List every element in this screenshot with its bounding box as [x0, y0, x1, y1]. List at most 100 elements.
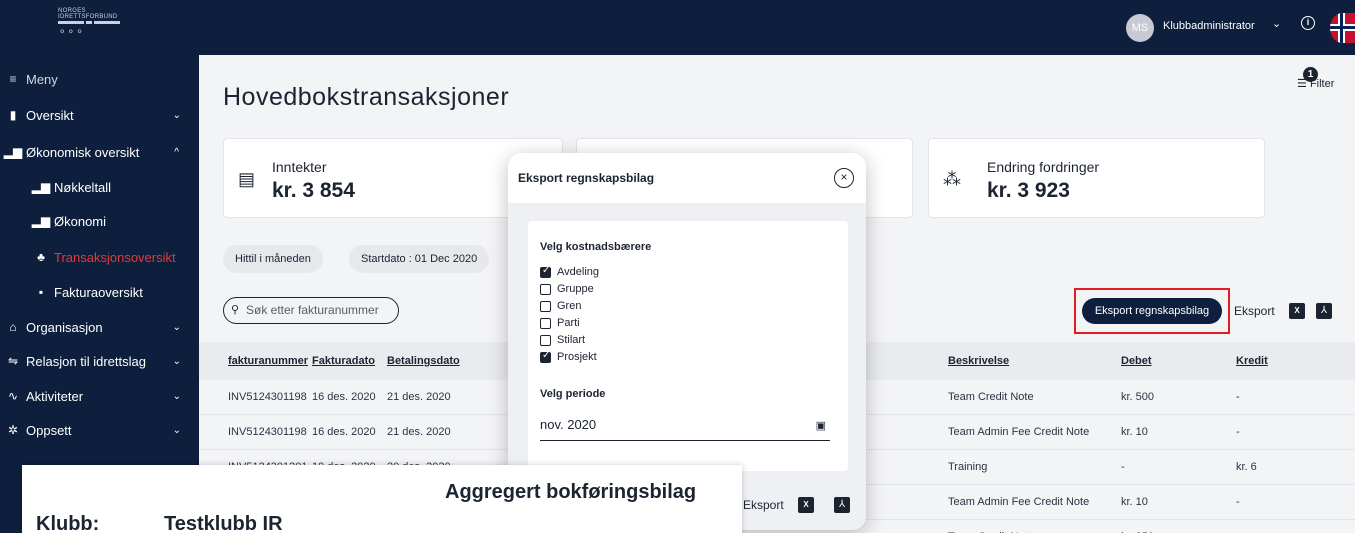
chip-start-date[interactable]: Startdato : 01 Dec 2020	[349, 245, 490, 273]
cell: 16 des. 2020	[312, 391, 376, 403]
sidebar-item-relasjon[interactable]: ⇋ Relasjon til idrettslag ⌄	[0, 345, 199, 377]
nif-logo[interactable]: NORGES IDRETTSFORBUND ⚬⚬⚬	[58, 8, 122, 39]
checkbox[interactable]	[540, 334, 551, 346]
cell: INV5124301198	[228, 391, 307, 403]
cell: -	[1236, 496, 1240, 508]
pdf-club-label: Klubb:	[36, 513, 100, 533]
chevron-down-icon: ⌄	[172, 109, 181, 121]
chevron-down-icon: ⌄	[172, 355, 181, 367]
relation-icon: ⇋	[7, 354, 19, 368]
chevron-down-icon: ⌄	[172, 424, 181, 436]
bar-chart-icon: ▂▆	[3, 145, 23, 159]
user-role[interactable]: Klubbadministrator	[1163, 20, 1255, 32]
checkbox-gren[interactable]: Gren	[540, 298, 581, 314]
cell: INV5124301198	[228, 426, 307, 438]
pdf-icon[interactable]: ⅄	[834, 497, 850, 513]
cell: 16 des. 2020	[312, 426, 376, 438]
sidebar-item-label: Nøkkeltall	[54, 179, 112, 195]
col-header[interactable]: Beskrivelse	[948, 342, 1009, 380]
cell: kr. 6	[1236, 461, 1257, 473]
cell: Team Credit Note	[948, 520, 1034, 533]
hamburger-icon: ≡	[9, 72, 17, 86]
checkbox-label: Parti	[557, 317, 580, 329]
close-icon[interactable]: ×	[834, 168, 854, 188]
sidebar-item-aktiviteter[interactable]: ∿ Aktiviteter ⌄	[0, 380, 199, 412]
checkbox-gruppe[interactable]: Gruppe	[540, 281, 594, 297]
col-header[interactable]: Debet	[1121, 342, 1152, 380]
sidebar-item-okonomi[interactable]: ▂▆ Økonomi	[0, 205, 199, 237]
page-title: Hovedbokstransaksjoner	[223, 83, 510, 111]
sidebar-item-transaksjonsoversikt[interactable]: ♣ Transaksjonsoversikt	[0, 241, 199, 273]
cell: Training	[948, 461, 988, 473]
menu-toggle[interactable]: ≡ Meny	[0, 63, 199, 95]
sidebar-item-label: Oversikt	[26, 107, 74, 123]
sidebar-item-label: Fakturaoversikt	[54, 284, 143, 300]
modal-header: Eksport regnskapsbilag ×	[508, 153, 866, 203]
sidebar-item-label: Transaksjonsoversikt	[54, 249, 176, 265]
excel-icon[interactable]: X	[798, 497, 814, 513]
checkbox-label: Avdeling	[557, 266, 599, 278]
pdf-icon[interactable]: ⅄	[1316, 303, 1332, 319]
checkbox[interactable]	[540, 317, 551, 329]
cell: -	[1236, 426, 1240, 438]
checkbox-avdeling[interactable]: Avdeling	[540, 264, 599, 280]
chip-month-to-date[interactable]: Hittil i måneden	[223, 245, 323, 273]
export-regnskapsbilag-button[interactable]: Eksport regnskapsbilag	[1082, 298, 1222, 324]
cell: kr. 500	[1121, 391, 1155, 403]
checkbox-label: Prosjekt	[557, 351, 597, 363]
checkbox[interactable]	[540, 283, 551, 295]
avatar[interactable]: MS	[1126, 14, 1154, 42]
door-icon: ▮	[9, 108, 17, 122]
cell: kr. 250	[1121, 520, 1154, 533]
checkbox-checked[interactable]	[540, 350, 551, 363]
filter-button[interactable]: ☰ Filter	[1297, 77, 1334, 90]
search-input[interactable]: ⚲ Søk etter fakturanummer	[223, 297, 399, 324]
cell: -	[1121, 461, 1125, 473]
wallet-icon: ▤	[238, 169, 256, 189]
checkbox-label: Stilart	[557, 334, 586, 346]
info-icon[interactable]: i	[1301, 16, 1315, 30]
cell: Team Admin Fee Credit Note	[948, 426, 1090, 438]
export-link[interactable]: Eksport	[1234, 304, 1275, 318]
col-header[interactable]: Betalingsdato	[387, 342, 460, 380]
sidebar-item-label: Aktiviteter	[26, 388, 84, 404]
sidebar-item-organisasjon[interactable]: ⌂ Organisasjon ⌄	[0, 311, 199, 343]
checkbox-stilart[interactable]: Stilart	[540, 332, 585, 348]
sidebar-item-okonomisk-oversikt[interactable]: ▂▆ Økonomisk oversikt ^	[0, 136, 199, 168]
sidebar-item-oversikt[interactable]: ▮ Oversikt ⌄	[0, 99, 199, 131]
search-icon: ⚲	[231, 304, 240, 316]
excel-icon[interactable]: X	[1289, 303, 1305, 319]
col-header[interactable]: Fakturadato	[312, 342, 375, 380]
checkbox-checked[interactable]	[540, 265, 551, 278]
sidebar-item-fakturaoversikt[interactable]: ▪ Fakturaoversikt	[0, 276, 199, 308]
gear-icon: ✲	[7, 423, 19, 437]
col-header[interactable]: Kredit	[1236, 342, 1268, 380]
menu-label: Meny	[26, 71, 58, 87]
checkbox-label: Gruppe	[557, 283, 594, 295]
bar-chart-icon: ▂▆	[31, 214, 51, 228]
checkbox-parti[interactable]: Parti	[540, 315, 580, 331]
col-header[interactable]: fakturanummer	[228, 342, 308, 380]
period-input[interactable]: nov. 2020 ▣	[540, 417, 830, 441]
cost-carriers-title: Velg kostnadsbærere	[540, 241, 652, 253]
pdf-club-value: Testklubb IR	[164, 513, 283, 533]
sidebar-item-label: Økonomi	[54, 213, 107, 229]
checkbox[interactable]	[540, 300, 551, 312]
modal-export-link[interactable]: Eksport	[743, 498, 784, 512]
chevron-down-icon[interactable]: ⌄	[1272, 17, 1281, 30]
pdf-preview: Aggregert bokføringsbilag Klubb: Testklu…	[22, 465, 742, 533]
calendar-icon[interactable]: ▣	[816, 419, 826, 432]
cell: 21 des. 2020	[387, 426, 451, 438]
sidebar-item-nokkeltall[interactable]: ▂▆ Nøkkeltall	[0, 171, 199, 203]
sidebar-item-oppsett[interactable]: ✲ Oppsett ⌄	[0, 414, 199, 446]
checkbox-prosjekt[interactable]: Prosjekt	[540, 349, 597, 365]
checkbox-label: Gren	[557, 300, 582, 312]
card-value: kr. 3 854	[272, 179, 355, 202]
norway-flag-icon[interactable]	[1330, 13, 1355, 43]
card-label: Endring fordringer	[987, 159, 1100, 175]
bar-chart-icon: ▂▆	[31, 180, 51, 194]
sidebar: ≡ Meny ▮ Oversikt ⌄ ▂▆ Økonomisk oversik…	[0, 55, 199, 533]
chevron-down-icon: ⌄	[172, 321, 181, 333]
chevron-up-icon: ^	[174, 146, 179, 158]
period-title: Velg periode	[540, 388, 606, 400]
